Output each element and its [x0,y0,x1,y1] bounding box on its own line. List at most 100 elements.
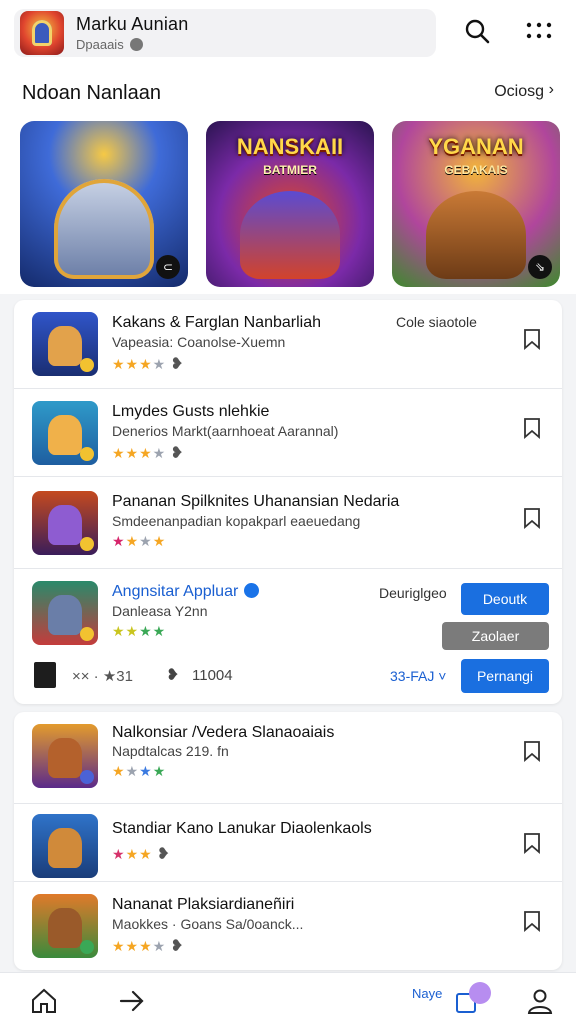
list-item-expanded[interactable]: Angnsitar Appluar Danleasa Y2nn ★★★★ Deu… [14,569,562,704]
secondary-button[interactable]: Zaolaer [442,622,549,650]
app-logo [20,11,64,55]
badge-icon: ⇘ [528,255,552,279]
heart-icon: ❥ [170,938,185,955]
bookmark-icon[interactable] [522,507,542,529]
list-item[interactable]: Kakans & Farglan Nanbarliah Vapeasia: Co… [14,300,562,389]
list-item[interactable]: Nalkonsiar /Vedera Slanaoaiais Napdtalca… [14,712,562,804]
game-list-2: Nalkonsiar /Vedera Slanaoaiais Napdtalca… [14,712,562,970]
list-item[interactable]: Pananan Spilknites Uhanansian Nedaria Sm… [14,477,562,569]
app-sub-text: Dpaaais [76,37,124,52]
featured-subtitle: BATMIER [263,163,317,177]
mini-thumbnail [34,662,56,688]
get-button[interactable]: Deoutk [461,583,549,615]
game-title: Standiar Kano Lanukar Diaolenkaols [112,820,372,837]
featured-card-2[interactable]: NANSKAII BATMIER [206,121,374,287]
game-subtitle: Vapeasia: Coanolse-Xuemn [112,334,286,350]
coin-icon [80,447,94,461]
see-all-link[interactable]: Ociosg [494,83,544,101]
more-grid-icon[interactable] [524,16,554,46]
hero-art [426,191,526,279]
bookmark-icon[interactable] [522,832,542,854]
game-thumbnail [32,814,98,878]
star-rating: ★★★ ❥ [112,846,172,863]
game-title-text: Angnsitar Appluar [112,583,239,600]
hero-art [48,505,82,545]
list-item[interactable]: Lmydes Gusts nlehkie Denerios Markt(aarn… [14,389,562,477]
game-title: Kakans & Farglan Nanbarliah [112,314,322,331]
star-rating: ★★★★ [112,533,167,549]
version-dropdown[interactable]: 33-FAJ ˅ [390,668,446,684]
coin-icon [80,537,94,551]
star-rating: ★★★★ ❥ [112,445,185,462]
nav-label[interactable]: Naye [412,986,442,1001]
bookmark-icon[interactable] [522,910,542,932]
featured-subtitle: GEBAKAIS [444,163,508,177]
list-item[interactable]: Nananat Plaksiardianeñiri Maokkes · Goan… [14,882,562,970]
badge-icon: ⊂ [156,255,180,279]
game-tag: Deuriglgeo [379,585,447,601]
notification-dot [469,982,491,1004]
coin-icon [80,627,94,641]
game-subtitle: Denerios Markt(aarnhoeat Aarannal) [112,423,339,439]
bookmark-icon[interactable] [522,328,542,350]
game-thumbnail [32,581,98,645]
app-titles: Marku Aunian Dpaaais [76,14,188,52]
verified-icon [244,583,260,598]
hero-art [48,326,82,366]
search-icon[interactable] [462,16,492,46]
bottom-nav: Naye [0,972,576,1024]
game-thumbnail [32,491,98,555]
game-list: Kakans & Farglan Nanbarliah Vapeasia: Co… [14,300,562,704]
game-subtitle: Smdeenanpadian kopakparl eaeuedang [112,513,361,529]
game-title: Lmydes Gusts nlehkie [112,403,270,420]
game-subtitle: Danleasa Y2nn [112,603,208,619]
game-title: Nananat Plaksiardianeñiri [112,896,295,913]
featured-card-1[interactable]: ⊂ [20,121,188,287]
list-item[interactable]: Standiar Kano Lanukar Diaolenkaols ★★★ ❥ [14,804,562,882]
app-name: Marku Aunian [76,14,189,34]
game-thumbnail [32,894,98,958]
coin-icon [80,770,94,784]
featured-card-3[interactable]: YGANAN GEBAKAIS ⇘ [392,121,560,287]
hero-art [54,179,154,279]
star-rating: ★★★★ ❥ [112,938,185,955]
forward-icon[interactable] [118,987,146,1015]
likes-count: 11004 [192,667,233,684]
hero-art [240,191,340,279]
heart-icon: ❥ [156,846,172,863]
coin-icon [80,940,94,954]
home-icon[interactable] [30,987,58,1015]
game-thumbnail [32,401,98,465]
profile-icon[interactable] [526,987,554,1015]
heart-icon: ❥ [170,445,185,462]
coin-icon [80,358,94,372]
game-title: Angnsitar Appluar [112,583,260,601]
chevron-right-icon[interactable]: › [549,81,554,99]
section-header: Ndoan Nanlaan Ociosg › [0,70,576,114]
heart-icon: ❥ [166,667,180,684]
hero-art [48,828,82,868]
hero-art [48,738,82,778]
star-rating: ★★★★ [112,623,167,639]
game-subtitle: Maokkes · Goans Sa/0oanck... [112,916,304,932]
featured-title: YGANAN [428,134,524,159]
game-thumbnail [32,724,98,788]
featured-title: NANSKAII [236,134,344,159]
globe-icon [129,38,143,51]
app-sub: Dpaaais [76,37,188,52]
hero-art [48,595,82,635]
featured-carousel: ⊂ NANSKAII BATMIER YGANAN GEBAKAIS ⇘ [0,114,576,294]
app-identity[interactable]: Marku Aunian Dpaaais [14,9,436,57]
section-title: Ndoan Nanlaan [22,82,161,104]
star-rating: ★★★★ ❥ [112,356,185,373]
hero-art [48,415,82,455]
app-header: Marku Aunian Dpaaais [0,0,576,70]
star-rating: ★★★★ [112,763,167,779]
game-title: Pananan Spilknites Uhanansian Nedaria [112,493,400,510]
game-thumbnail [32,312,98,376]
bookmark-icon[interactable] [522,417,542,439]
bookmark-icon[interactable] [522,740,542,762]
game-subtitle: Napdtalcas 219. fn [112,743,229,759]
hero-art [48,908,82,948]
open-button[interactable]: Pernangi [461,659,549,693]
